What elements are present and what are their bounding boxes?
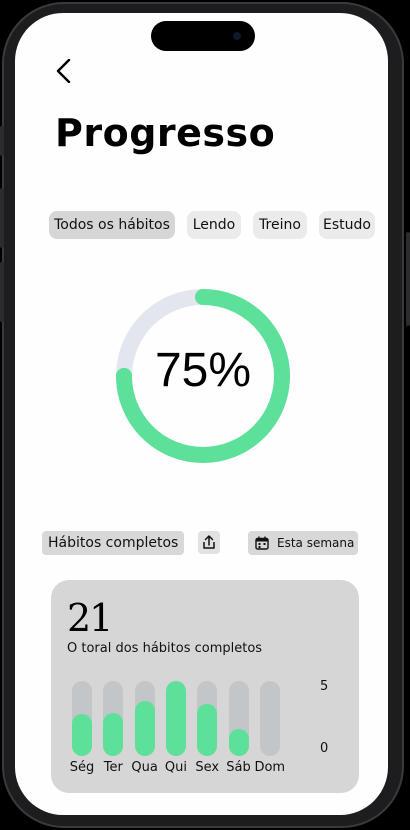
chevron-left-icon: [56, 58, 71, 84]
progress-percent: 75%: [154, 344, 252, 397]
screen: Progresso Todos os hábitos Lendo Treino …: [15, 13, 388, 815]
bar-track-0: [72, 681, 92, 756]
page-title: Progresso: [55, 111, 276, 155]
bar-track-4: [197, 681, 218, 756]
bar-5: [228, 729, 249, 756]
bar-track-1: [103, 681, 124, 756]
bar-track-3: [165, 681, 186, 756]
bar-1: [103, 712, 124, 756]
bar-0: [72, 714, 92, 756]
y-axis-max-label: 5: [320, 679, 329, 694]
bar-track-5: [228, 681, 249, 756]
period-label: Esta semana: [277, 536, 355, 550]
completed-habits-label: Hábitos completos: [42, 531, 185, 555]
back-button[interactable]: [53, 58, 77, 84]
weekly-chart-card: 21 O toral dos hábitos completos 5 0 Ség…: [51, 580, 359, 793]
bar-4: [197, 703, 218, 756]
filter-chip-treino[interactable]: Treino: [253, 211, 307, 239]
side-button-volume-down: [0, 262, 4, 322]
side-button-volume-up: [0, 188, 4, 248]
total-completed-caption: O toral dos hábitos completos: [67, 641, 263, 656]
period-selector-button[interactable]: Esta semana: [248, 531, 358, 555]
day-label-6: Dom: [254, 760, 286, 775]
share-button[interactable]: [198, 531, 220, 554]
weekly-bar-chart: [72, 681, 312, 756]
camera-dot: [233, 32, 241, 40]
filter-chip-todos[interactable]: Todos os hábitos: [49, 211, 175, 239]
filter-chip-estudo[interactable]: Estudo: [319, 211, 375, 239]
bar-track-2: [134, 681, 155, 756]
dynamic-island: [151, 21, 255, 51]
side-button-action: [0, 126, 4, 156]
side-button-power: [406, 232, 410, 326]
share-icon: [203, 535, 215, 549]
bar-3: [165, 681, 186, 756]
filter-chip-lendo[interactable]: Lendo: [187, 211, 241, 239]
y-axis-min-label: 0: [320, 741, 329, 756]
bar-2: [134, 700, 155, 756]
bar-track-6: [259, 681, 280, 756]
total-completed-count: 21: [67, 596, 113, 640]
calendar-icon: [255, 536, 269, 550]
